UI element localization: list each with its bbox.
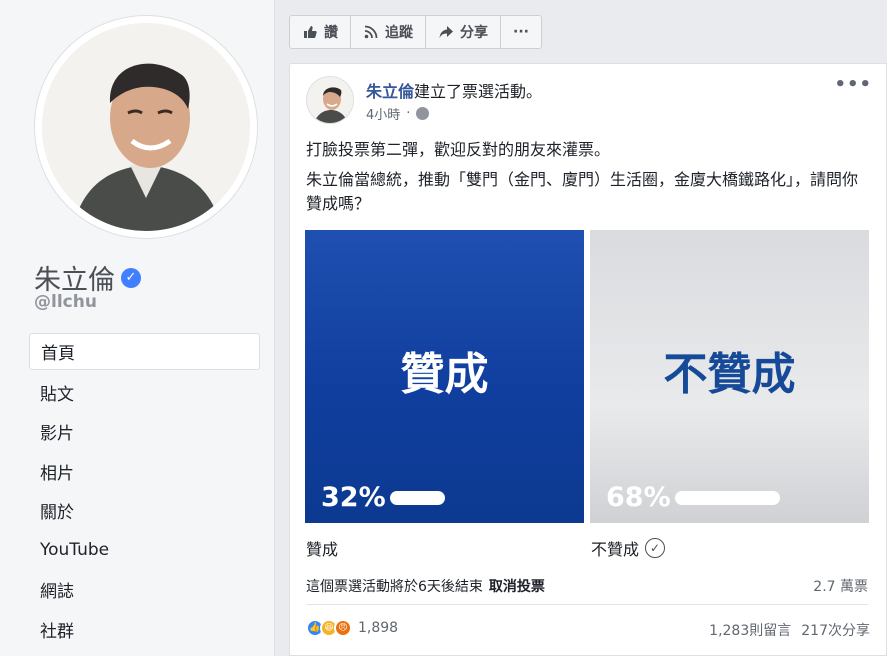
nav-item-notes[interactable]: 網誌 [29,570,260,610]
profile-picture-frame[interactable] [34,15,258,239]
post-action-text: 建立了票選活動。 [414,82,543,101]
share-label: 分享 [460,25,488,41]
profile-picture[interactable] [42,23,250,231]
follow-button[interactable]: 追蹤 [351,16,426,48]
vote-count[interactable]: 2.7 萬票 [813,576,868,596]
selected-check-icon: ✓ [645,538,666,558]
poll-result-bar [390,491,445,505]
poll-result-bar-track [675,491,875,505]
nav-item-about[interactable]: 關於 [29,491,260,531]
divider [306,604,868,605]
page-action-bar: 讚 追蹤 分享 ··· [289,15,542,49]
poll-ends-text: 這個票選活動將於6天後結束 [306,579,483,595]
post-author-avatar[interactable] [306,76,354,124]
post-options-button[interactable]: ••• [834,74,872,95]
more-options-button[interactable]: ··· [501,16,541,48]
thumbs-up-icon [302,24,318,40]
nav-item-photos[interactable]: 相片 [29,452,260,492]
poll-post: 朱立倫建立了票選活動。 4小時 · ••• 打臉投票第二彈，歡迎反對的朋友來灌票… [289,63,887,656]
profile-photo-illustration [42,23,250,231]
post-meta: 4小時 · [366,104,430,123]
post-author-link[interactable]: 朱立倫 [366,82,414,101]
poll-option-label-approve[interactable]: 贊成 [306,536,338,560]
poll-percentage: 32% [321,482,386,513]
share-arrow-icon [438,24,454,40]
globe-icon[interactable] [416,107,430,120]
nav-item-community[interactable]: 社群 [29,610,260,650]
page-nav: 首頁 貼文 影片 相片 關於 YouTube 網誌 社群 [29,333,260,649]
poll-option-approve[interactable]: 贊成 32% [305,230,584,523]
angry-icon: 😠 [334,619,352,637]
left-column: 朱立倫 ✓ @llchu 首頁 貼文 影片 相片 關於 YouTube 網誌 社… [0,0,275,656]
poll-footer: 這個票選活動將於6天後結束 取消投票 2.7 萬票 [306,576,868,596]
poll-option-title: 不贊成 [663,349,796,400]
share-count[interactable]: 217次分享 [801,620,870,640]
like-label: 讚 [324,25,338,41]
like-page-button[interactable]: 讚 [290,16,351,48]
post-header: 朱立倫建立了票選活動。 [366,78,542,102]
separator-dot: · [406,106,411,121]
page-handle[interactable]: @llchu [34,292,97,312]
author-avatar-illustration [307,77,353,123]
poll-percentage: 68% [606,482,671,513]
nav-item-posts[interactable]: 貼文 [29,373,260,413]
poll-status: 這個票選活動將於6天後結束 取消投票 [306,576,545,596]
verified-badge-icon: ✓ [121,267,141,288]
nav-item-youtube[interactable]: YouTube [29,531,260,571]
post-text-line: 打臉投票第二彈，歡迎反對的朋友來灌票。 [306,140,611,159]
more-label: ··· [513,24,529,40]
comment-count[interactable]: 1,283則留言 [709,620,791,640]
post-timestamp[interactable]: 4小時 [366,104,400,123]
poll-option-disapprove[interactable]: 不贊成 68% [590,230,869,523]
reactions-summary[interactable]: 👍 😆 😠 1,898 [306,619,398,637]
poll-option-title: 贊成 [400,349,489,400]
poll-question: 朱立倫當總統，推動「雙門（金門、廈門）生活圈，金廈大橋鐵路化」，請問你贊成嗎？ [306,170,859,213]
reaction-count: 1,898 [358,620,399,636]
nav-item-home[interactable]: 首頁 [29,333,260,370]
poll-result-bar [675,491,781,505]
engagement-counts: 1,283則留言 217次分享 [709,620,870,640]
rss-icon [363,24,379,40]
poll-result-bar-track [390,491,590,505]
cancel-vote-button[interactable]: 取消投票 [489,579,545,595]
poll-option-label: 贊成 [306,540,339,559]
poll-option-label-disapprove[interactable]: 不贊成 ✓ [591,536,666,560]
poll-option-label: 不贊成 [591,540,640,559]
share-button[interactable]: 分享 [426,16,501,48]
nav-item-videos[interactable]: 影片 [29,412,260,452]
poll-options: 贊成 32% 不贊成 68% [305,230,869,523]
follow-label: 追蹤 [385,25,413,41]
